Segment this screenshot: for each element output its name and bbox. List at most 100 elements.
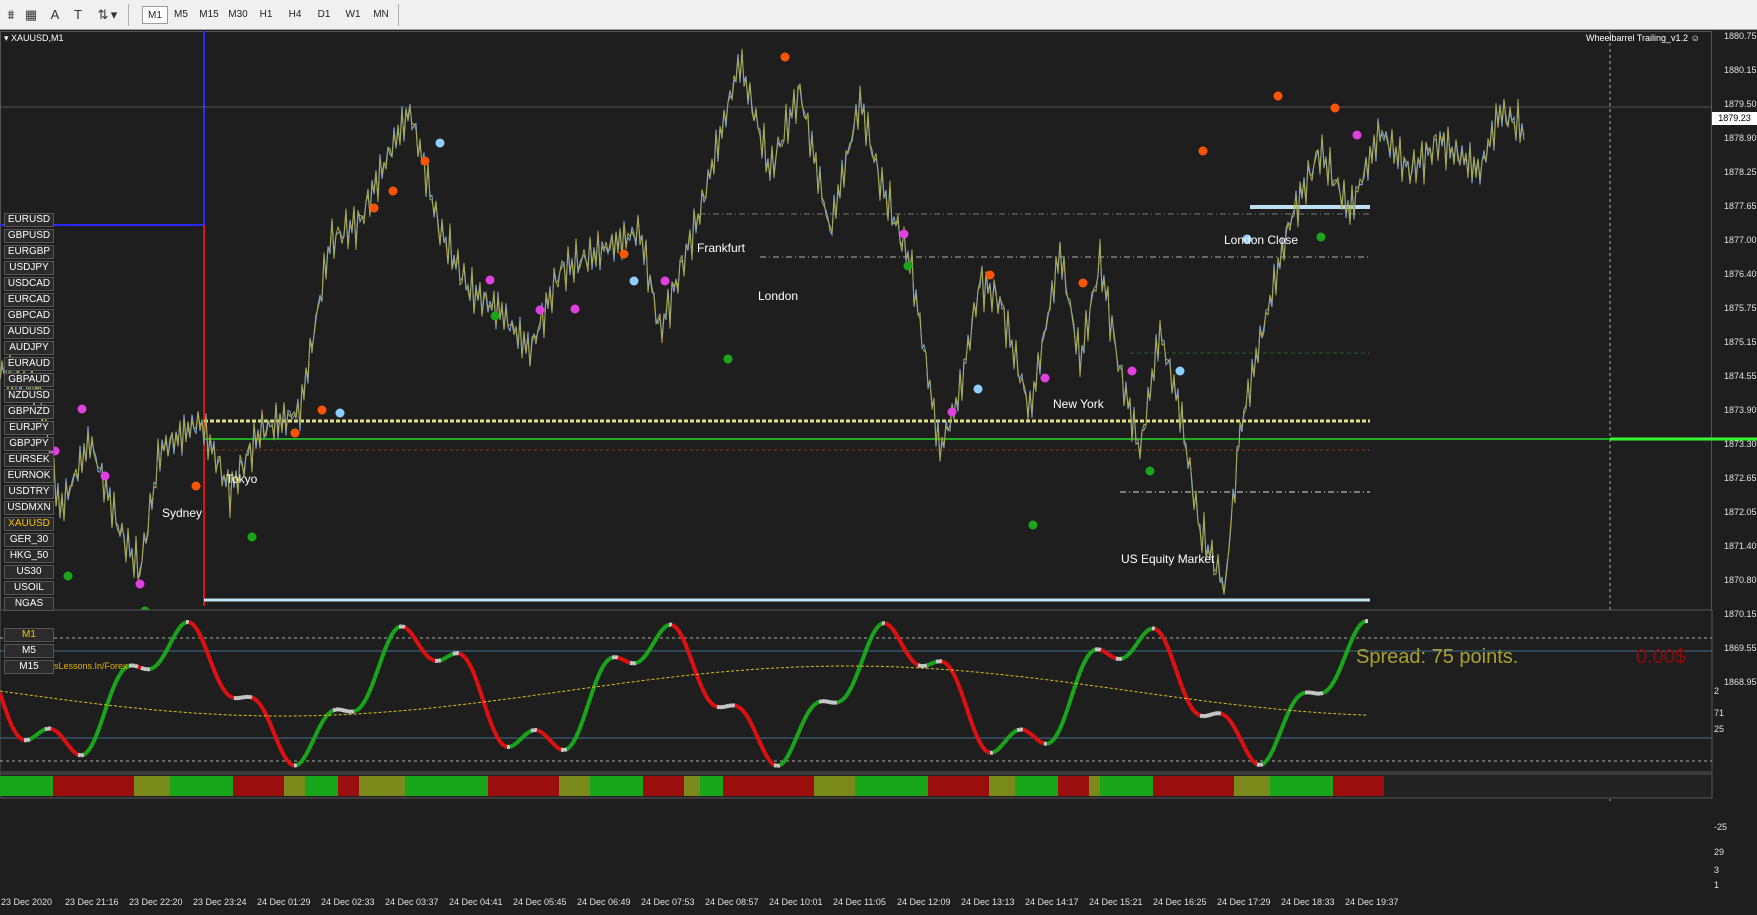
oscillator-segment (952, 673, 959, 682)
symbol-button-ngas[interactable]: NGAS (4, 597, 54, 611)
oscillator-segment (997, 743, 1004, 750)
symbol-button-us30[interactable]: US30 (4, 565, 54, 579)
oscillator-segment (757, 739, 764, 748)
oscillator-segment (283, 756, 290, 763)
symbol-button-audjpy[interactable]: AUDJPY (4, 341, 54, 355)
oscillator-segment (700, 686, 707, 695)
oscillator-segment (617, 655, 622, 661)
oscillator-segment (1135, 638, 1142, 645)
symbol-button-audusd[interactable]: AUDUSD (4, 325, 54, 339)
symbol-button-eurusd[interactable]: EURUSD (4, 213, 54, 227)
symbol-button-gbpaud[interactable]: GBPAUD (4, 373, 54, 387)
timeframe-h4[interactable]: H4 (282, 6, 308, 24)
histogram-block (643, 776, 665, 796)
oscillator-segment (1144, 627, 1151, 634)
symbol-button-usdtry[interactable]: USDTRY (4, 485, 54, 499)
signal-marker (619, 249, 629, 259)
symbol-button-hkg_50[interactable]: HKG_50 (4, 549, 54, 563)
profit-label: 0.00$ (1636, 646, 1687, 668)
oscillator-segment (955, 680, 962, 690)
oscillator-segment (1336, 665, 1343, 675)
timeframe-h1[interactable]: H1 (253, 6, 279, 24)
timeframe-mn[interactable]: MN (368, 6, 394, 24)
timeframe-m30[interactable]: M30 (225, 6, 251, 24)
symbol-button-usdjpy[interactable]: USDJPY (4, 261, 54, 275)
timeframe-d1[interactable]: D1 (311, 6, 337, 24)
period-button-m5[interactable]: M5 (4, 644, 54, 658)
symbol-button-gbpcad[interactable]: GBPCAD (4, 309, 54, 323)
symbol-button-xauusd[interactable]: XAUUSD (4, 517, 54, 531)
oscillator-segment (1115, 656, 1120, 662)
oscillator-segment (1040, 740, 1045, 746)
oscillator-segment (82, 750, 89, 757)
symbol-button-usdcad[interactable]: USDCAD (4, 277, 54, 291)
oscillator-segment (929, 661, 934, 667)
oscillator-segment (580, 713, 587, 724)
oscillator-segment (460, 653, 467, 659)
chevron-down-icon[interactable]: ▾ (108, 4, 120, 26)
session-new-york: New York (1053, 397, 1104, 411)
histogram-block (893, 776, 928, 796)
oscillator-segment (541, 731, 548, 738)
oscillator-segment (557, 746, 562, 752)
oscillator-segment (871, 627, 878, 636)
text-label-icon[interactable]: T (67, 4, 89, 26)
symbol-button-eurnok[interactable]: EURNOK (4, 469, 54, 483)
oscillator-segment (808, 704, 815, 711)
oscillator-segment (941, 659, 946, 665)
oscillator-segment (20, 737, 25, 743)
histogram-block (525, 776, 559, 796)
symbol-button-gbpusd[interactable]: GBPUSD (4, 229, 54, 243)
oscillator-segment (1319, 691, 1324, 696)
oscillator-segment (499, 741, 506, 748)
oscillator-segment (1240, 741, 1247, 750)
period-button-m15[interactable]: M15 (4, 660, 54, 674)
timeframe-w1[interactable]: W1 (340, 6, 366, 24)
oscillator-segment (1036, 738, 1043, 744)
oscillator-segment (211, 666, 218, 676)
signal-marker (135, 579, 145, 589)
timeframe-m1[interactable]: M1 (142, 6, 168, 24)
grid-icon[interactable]: ▦ (20, 4, 42, 26)
oscillator-segment (452, 651, 457, 656)
menu-arrow-icon[interactable]: ▾ (4, 33, 9, 43)
oscillator-segment (1211, 711, 1216, 717)
oscillator-segment (251, 695, 256, 701)
oscillator-segment (1072, 679, 1079, 690)
symbol-button-euraud[interactable]: EURAUD (4, 357, 54, 371)
oscillator-segment (106, 693, 113, 703)
toolbar-separator (398, 4, 399, 26)
oscillator-segment (598, 665, 605, 674)
oscillator-segment (1220, 711, 1225, 717)
oscillator-segment (967, 714, 974, 725)
symbol-button-gbpnzd[interactable]: GBPNZD (4, 405, 54, 419)
price-chart-canvas[interactable] (0, 31, 1757, 901)
oscillator-segment (1012, 728, 1019, 734)
oscillator-segment (614, 655, 619, 660)
oscillator-segment (793, 733, 800, 742)
fibonacci-icon[interactable]: ⩩ (0, 4, 22, 26)
symbol-button-usdmxn[interactable]: USDMXN (4, 501, 54, 515)
symbol-button-eurcad[interactable]: EURCAD (4, 293, 54, 307)
oscillator-segment (298, 758, 305, 765)
histogram-block (855, 776, 893, 796)
oscillator-segment (1060, 715, 1067, 725)
symbol-button-eursek[interactable]: EURSEK (4, 453, 54, 467)
oscillator-segment (886, 622, 893, 629)
oscillator-segment (1348, 636, 1355, 645)
symbol-button-ger_30[interactable]: GER_30 (4, 533, 54, 547)
oscillator-segment (328, 708, 335, 715)
oscillator-segment (646, 646, 653, 654)
timeframe-m5[interactable]: M5 (168, 6, 194, 24)
timeframe-m15[interactable]: M15 (196, 6, 222, 24)
oscillator-segment (199, 636, 206, 645)
symbol-button-nzdusd[interactable]: NZDUSD (4, 389, 54, 403)
symbol-button-eurjpy[interactable]: EURJPY (4, 421, 54, 435)
period-button-m1[interactable]: M1 (4, 628, 54, 642)
symbol-button-eurgbp[interactable]: EURGBP (4, 245, 54, 259)
symbol-button-gbpjpy[interactable]: GBPJPY (4, 437, 54, 451)
oscillator-segment (760, 746, 767, 755)
text-icon[interactable]: A (44, 4, 66, 26)
symbol-button-usoil[interactable]: USOIL (4, 581, 54, 595)
oscillator-segment (169, 635, 176, 644)
